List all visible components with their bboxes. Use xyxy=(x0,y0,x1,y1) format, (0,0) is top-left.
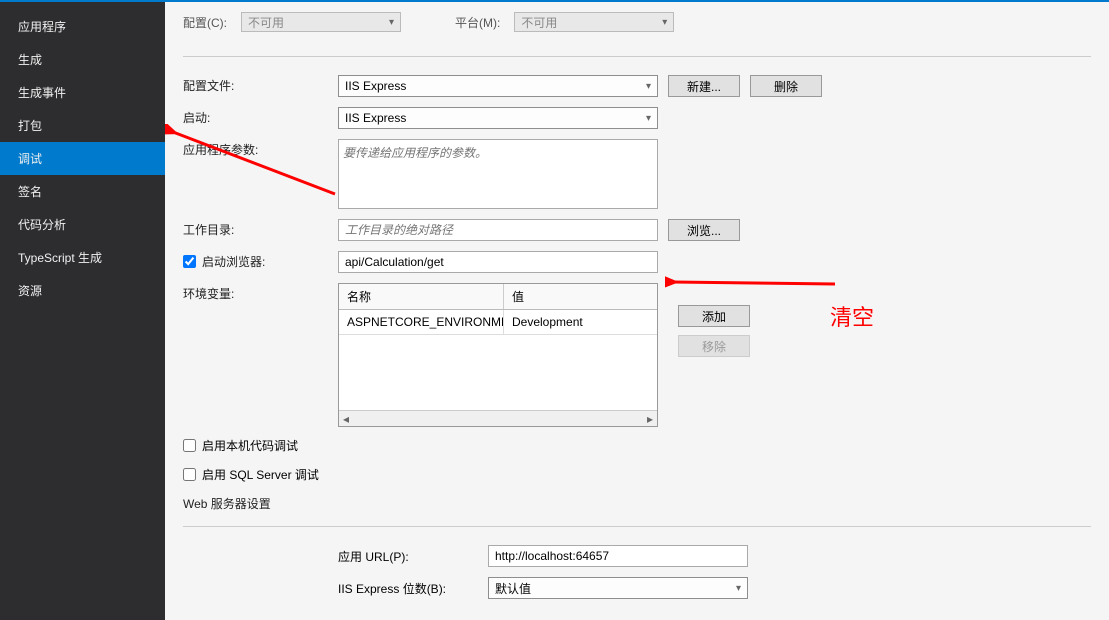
platform-label: 平台(M): xyxy=(455,14,500,31)
workdir-label: 工作目录: xyxy=(183,219,338,238)
profile-select[interactable]: IIS Express ▾ xyxy=(338,75,658,97)
sidebar-item-code-analysis[interactable]: 代码分析 xyxy=(0,208,165,241)
sidebar-item-typescript-build[interactable]: TypeScript 生成 xyxy=(0,241,165,274)
browse-button[interactable]: 浏览... xyxy=(668,219,740,241)
sidebar-item-build[interactable]: 生成 xyxy=(0,43,165,76)
app-args-input[interactable] xyxy=(338,139,658,209)
chevron-down-icon: ▾ xyxy=(389,17,394,28)
launch-browser-input[interactable] xyxy=(338,251,658,273)
sidebar-item-package[interactable]: 打包 xyxy=(0,109,165,142)
chevron-down-icon: ▾ xyxy=(662,17,667,28)
remove-env-button[interactable]: 移除 xyxy=(678,335,750,357)
sidebar-item-build-events[interactable]: 生成事件 xyxy=(0,76,165,109)
launch-label: 启动: xyxy=(183,107,338,126)
env-scrollbar[interactable]: ◂ ▸ xyxy=(339,410,657,426)
env-col-value: 值 xyxy=(504,284,657,309)
divider xyxy=(183,56,1091,57)
sidebar: 应用程序 生成 生成事件 打包 调试 签名 代码分析 TypeScript 生成… xyxy=(0,2,165,620)
env-cell-value: Development xyxy=(504,310,657,334)
env-col-name: 名称 xyxy=(339,284,504,309)
profile-label: 配置文件: xyxy=(183,75,338,94)
launch-select[interactable]: IIS Express ▾ xyxy=(338,107,658,129)
sidebar-item-signing[interactable]: 签名 xyxy=(0,175,165,208)
native-debug-checkbox[interactable] xyxy=(183,439,196,452)
new-profile-button[interactable]: 新建... xyxy=(668,75,740,97)
app-args-label: 应用程序参数: xyxy=(183,139,338,158)
config-select[interactable]: 不可用 ▾ xyxy=(241,12,401,32)
chevron-down-icon: ▾ xyxy=(646,113,651,124)
workdir-input[interactable] xyxy=(338,219,658,241)
sql-debug-checkbox[interactable] xyxy=(183,468,196,481)
sql-debug-label: 启用 SQL Server 调试 xyxy=(202,466,319,483)
delete-profile-button[interactable]: 删除 xyxy=(750,75,822,97)
iis-bits-label: IIS Express 位数(B): xyxy=(338,580,488,597)
config-toolbar: 配置(C): 不可用 ▾ 平台(M): 不可用 ▾ xyxy=(165,2,1109,48)
config-value: 不可用 xyxy=(248,14,284,31)
env-var-row[interactable]: ASPNETCORE_ENVIRONMENT Development xyxy=(339,310,657,335)
sidebar-item-debug[interactable]: 调试 xyxy=(0,142,165,175)
iis-bits-value: 默认值 xyxy=(495,580,531,597)
platform-value: 不可用 xyxy=(521,14,557,31)
launch-browser-label: 启动浏览器: xyxy=(202,253,265,270)
main-panel: 配置(C): 不可用 ▾ 平台(M): 不可用 ▾ 配置文件: IIS Expr… xyxy=(165,2,1109,620)
profile-value: IIS Express xyxy=(345,79,406,93)
env-cell-name: ASPNETCORE_ENVIRONMENT xyxy=(339,310,504,334)
sidebar-item-application[interactable]: 应用程序 xyxy=(0,10,165,43)
native-debug-label: 启用本机代码调试 xyxy=(202,437,298,454)
config-label: 配置(C): xyxy=(183,14,227,31)
sidebar-item-resources[interactable]: 资源 xyxy=(0,274,165,307)
iis-bits-select[interactable]: 默认值 ▾ xyxy=(488,577,748,599)
launch-value: IIS Express xyxy=(345,111,406,125)
env-vars-label: 环境变量: xyxy=(183,283,338,302)
web-server-section-title: Web 服务器设置 xyxy=(183,495,1091,512)
divider xyxy=(183,526,1091,527)
chevron-down-icon: ▾ xyxy=(736,583,741,594)
chevron-down-icon: ▾ xyxy=(646,81,651,92)
scroll-left-icon[interactable]: ◂ xyxy=(343,412,349,426)
platform-select[interactable]: 不可用 ▾ xyxy=(514,12,674,32)
launch-browser-checkbox[interactable] xyxy=(183,255,196,268)
app-url-input[interactable] xyxy=(488,545,748,567)
env-vars-table[interactable]: 名称 值 ASPNETCORE_ENVIRONMENT Development … xyxy=(338,283,658,427)
app-url-label: 应用 URL(P): xyxy=(338,548,488,565)
scroll-right-icon[interactable]: ▸ xyxy=(647,412,653,426)
add-env-button[interactable]: 添加 xyxy=(678,305,750,327)
